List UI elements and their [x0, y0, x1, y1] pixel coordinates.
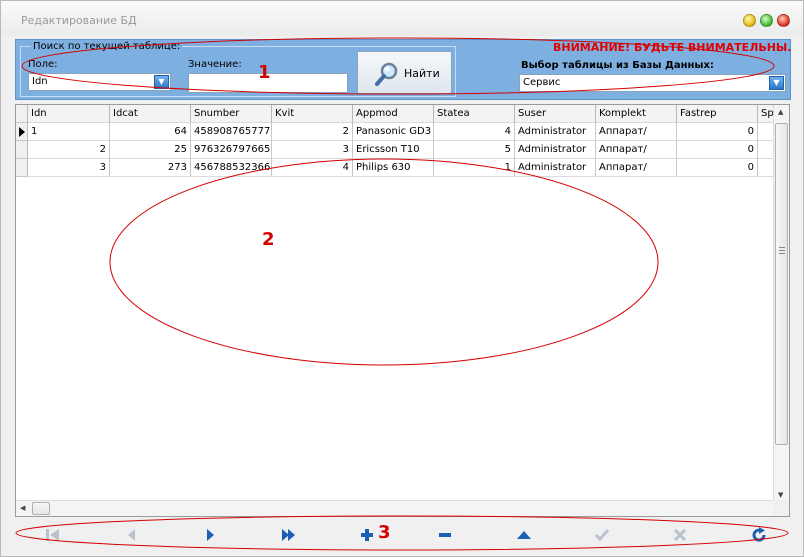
find-button-label: Найти	[404, 67, 440, 80]
title-bar[interactable]: Редактирование БД	[1, 1, 803, 36]
field-label: Поле:	[28, 59, 58, 70]
grip-icon	[779, 247, 785, 254]
cell-snumber[interactable]: 9763267976655	[191, 141, 272, 159]
last-record-button[interactable]	[275, 523, 303, 547]
cell-suser[interactable]: Administrator	[515, 159, 596, 177]
cell-snumber[interactable]: 4567885323667	[191, 159, 272, 177]
scroll-down-icon[interactable]: ▼	[778, 491, 783, 499]
annotation-label-3: 3	[378, 522, 391, 543]
cell-suser[interactable]: Administrator	[515, 123, 596, 141]
search-panel: Поиск по текущей таблице: Поле: Idn ▼ Зн…	[15, 39, 792, 100]
column-header-kvit[interactable]: Kvit	[272, 105, 353, 123]
insert-record-button[interactable]	[353, 523, 381, 547]
horizontal-scroll-thumb[interactable]	[32, 502, 50, 515]
cell-appmod[interactable]: Philips 630	[353, 159, 434, 177]
prior-record-button[interactable]	[118, 523, 146, 547]
cell-statea[interactable]: 4	[434, 123, 515, 141]
cell-suser[interactable]: Administrator	[515, 141, 596, 159]
maximize-button[interactable]	[760, 14, 773, 27]
cell-fastrep[interactable]: 0	[677, 159, 758, 177]
cell-komplekt[interactable]: Аппарат/	[596, 123, 677, 141]
cell-komplekt[interactable]: Аппарат/	[596, 159, 677, 177]
cell-idcat[interactable]: 25	[110, 141, 191, 159]
warning-text: ВНИМАНИЕ! БУДЬТЕ ВНИМАТЕЛЬНЫ.	[553, 41, 792, 54]
annotation-label-1: 1	[258, 62, 271, 83]
next-record-button[interactable]	[196, 523, 224, 547]
minus-icon	[439, 533, 451, 537]
last-record-icon	[282, 529, 295, 541]
magnifier-icon	[375, 62, 398, 86]
plus-icon	[361, 529, 373, 541]
cell-idn[interactable]: 3	[28, 159, 110, 177]
cell-fastrep[interactable]: 0	[677, 141, 758, 159]
cell-idcat[interactable]: 273	[110, 159, 191, 177]
check-icon	[594, 529, 610, 542]
table-select[interactable]: Сервис ▼	[519, 74, 786, 92]
post-record-button[interactable]	[588, 523, 616, 547]
column-header-statea[interactable]: Statea	[434, 105, 515, 123]
chevron-down-icon[interactable]: ▼	[769, 76, 784, 90]
grid-header: Idn Idcat Snumber Kvit Appmod Statea Sus…	[16, 105, 776, 123]
prior-record-icon	[128, 529, 135, 541]
cell-idcat[interactable]: 64	[110, 123, 191, 141]
scroll-corner	[773, 500, 789, 516]
column-header-idn[interactable]: Idn	[28, 105, 110, 123]
column-header-fastrep[interactable]: Fastrep	[677, 105, 758, 123]
triangle-up-icon	[517, 531, 531, 539]
cancel-edit-button[interactable]	[666, 523, 694, 547]
row-indicator[interactable]	[16, 141, 28, 159]
cell-appmod[interactable]: Ericsson T10	[353, 141, 434, 159]
cell-idn[interactable]: 2	[28, 141, 110, 159]
cell-appmod[interactable]: Panasonic GD3	[353, 123, 434, 141]
edit-record-button[interactable]	[510, 523, 538, 547]
column-header-komplekt[interactable]: Komplekt	[596, 105, 677, 123]
scroll-up-icon[interactable]: ▲	[778, 108, 783, 116]
current-row-icon	[19, 127, 25, 137]
annotation-label-2: 2	[262, 229, 275, 250]
data-grid[interactable]: Idn Idcat Snumber Kvit Appmod Statea Sus…	[15, 104, 790, 517]
first-record-icon	[46, 529, 59, 541]
column-header-suser[interactable]: Suser	[515, 105, 596, 123]
cell-kvit[interactable]: 3	[272, 141, 353, 159]
close-button[interactable]	[777, 14, 790, 27]
search-group-label: Поиск по текущей таблице:	[31, 41, 183, 52]
app-window: Редактирование БД Поиск по текущей табли…	[0, 0, 804, 557]
chevron-down-icon[interactable]: ▼	[154, 75, 169, 89]
header-indicator	[16, 105, 28, 123]
scroll-left-icon[interactable]: ◀	[20, 504, 25, 512]
cell-kvit[interactable]: 4	[272, 159, 353, 177]
cell-statea[interactable]: 5	[434, 141, 515, 159]
next-record-icon	[207, 529, 214, 541]
minimize-button[interactable]	[743, 14, 756, 27]
refresh-button[interactable]	[745, 523, 773, 547]
vertical-scrollbar[interactable]: ▲ ▼	[773, 105, 789, 502]
window-title: Редактирование БД	[21, 14, 137, 27]
vertical-scroll-thumb[interactable]	[775, 123, 788, 445]
cell-idn[interactable]: 1	[28, 123, 110, 141]
column-header-snumber[interactable]: Snumber	[191, 105, 272, 123]
cell-snumber[interactable]: 4589087657778	[191, 123, 272, 141]
row-indicator[interactable]	[16, 159, 28, 177]
cell-kvit[interactable]: 2	[272, 123, 353, 141]
find-button[interactable]: Найти	[357, 51, 452, 94]
cross-icon	[673, 528, 687, 542]
horizontal-scrollbar[interactable]: ◀	[16, 500, 775, 516]
column-header-idcat[interactable]: Idcat	[110, 105, 191, 123]
row-indicator[interactable]	[16, 123, 28, 141]
field-select-value: Idn	[32, 76, 48, 87]
delete-record-button[interactable]	[431, 523, 459, 547]
refresh-icon	[752, 527, 766, 542]
field-select[interactable]: Idn ▼	[28, 73, 171, 91]
first-record-button[interactable]	[39, 523, 67, 547]
table-select-label: Выбор таблицы из Базы Данных:	[521, 60, 714, 71]
db-navigator	[15, 521, 791, 549]
column-header-appmod[interactable]: Appmod	[353, 105, 434, 123]
cell-fastrep[interactable]: 0	[677, 123, 758, 141]
value-label: Значение:	[188, 59, 242, 70]
table-select-value: Сервис	[523, 77, 561, 88]
cell-komplekt[interactable]: Аппарат/	[596, 141, 677, 159]
cell-statea[interactable]: 1	[434, 159, 515, 177]
